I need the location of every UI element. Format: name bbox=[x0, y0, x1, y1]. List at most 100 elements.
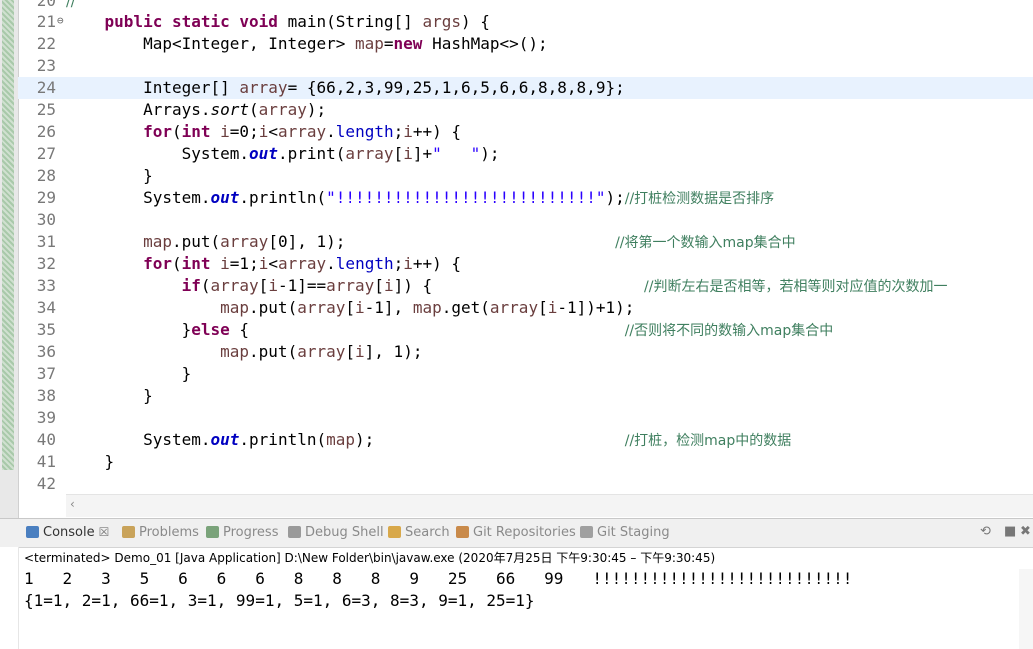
code-text[interactable]: System.out.println(map); //打桩，检测map中的数据 bbox=[66, 429, 791, 452]
code-line[interactable]: 32 for(int i=1;i<array.length;i++) { bbox=[18, 253, 1033, 275]
code-text[interactable]: System.out.println("!!!!!!!!!!!!!!!!!!!!… bbox=[66, 187, 774, 210]
line-number: 40 bbox=[36, 430, 56, 449]
line-number: 36 bbox=[36, 342, 56, 361]
tab-label: Problems bbox=[139, 525, 199, 540]
console-vertical-scrollbar[interactable] bbox=[1019, 569, 1033, 649]
code-line[interactable]: 33 if(array[i-1]==array[i]) { //判断左右是否相等… bbox=[18, 275, 1033, 297]
line-number: 28 bbox=[36, 166, 56, 185]
code-line[interactable]: 27 System.out.print(array[i]+" "); bbox=[18, 143, 1033, 165]
tab-debug-shell[interactable]: Debug Shell bbox=[288, 525, 384, 540]
code-line[interactable]: 38 } bbox=[18, 385, 1033, 407]
tab-git-staging[interactable]: Git Staging bbox=[580, 525, 670, 540]
git-repositories-icon bbox=[456, 526, 469, 538]
line-number: 22 bbox=[36, 34, 56, 53]
code-line[interactable]: 30 bbox=[18, 209, 1033, 231]
code-line[interactable]: 28 } bbox=[18, 165, 1033, 187]
editor-annotation-ruler bbox=[0, 0, 19, 518]
line-number: 32 bbox=[36, 254, 56, 273]
line-number: 29 bbox=[36, 188, 56, 207]
pin-console-icon[interactable]: ⟲ bbox=[980, 524, 991, 539]
code-text[interactable]: map.put(array[0], 1); //将第一个数输入map集合中 bbox=[66, 231, 796, 254]
code-text[interactable]: public static void main(String[] args) { bbox=[66, 11, 490, 33]
code-editor[interactable]: 20//21 ⊖ public static void main(String[]… bbox=[0, 0, 1033, 518]
code-text[interactable]: Arrays.sort(array); bbox=[66, 99, 326, 121]
code-line[interactable]: 23 bbox=[18, 55, 1033, 77]
code-line[interactable]: 29 System.out.println("!!!!!!!!!!!!!!!!!… bbox=[18, 187, 1033, 209]
code-line[interactable]: 40 System.out.println(map); //打桩，检测map中的… bbox=[18, 429, 1033, 451]
code-text[interactable]: Map<Integer, Integer> map=new HashMap<>(… bbox=[66, 33, 548, 55]
tab-console[interactable]: Console ☒ bbox=[26, 525, 109, 540]
line-number: 21 bbox=[36, 12, 56, 31]
line-number: 33 bbox=[36, 276, 56, 295]
code-line[interactable]: 25 Arrays.sort(array); bbox=[18, 99, 1033, 121]
code-text[interactable]: map.put(array[i], 1); bbox=[66, 341, 422, 363]
tab-search[interactable]: Search bbox=[388, 525, 450, 540]
horizontal-scrollbar[interactable]: ‹ bbox=[66, 494, 1033, 517]
console-status: <terminated> Demo_01 [Java Application] … bbox=[24, 551, 716, 565]
code-text[interactable]: for(int i=1;i<array.length;i++) { bbox=[66, 253, 461, 275]
code-line[interactable]: 26 for(int i=0;i<array.length;i++) { bbox=[18, 121, 1033, 143]
code-text[interactable]: } bbox=[66, 385, 153, 407]
tab-label: Debug Shell bbox=[305, 525, 384, 540]
code-line[interactable]: 36 map.put(array[i], 1); bbox=[18, 341, 1033, 363]
line-number: 30 bbox=[36, 210, 56, 229]
line-number: 24 bbox=[36, 78, 56, 97]
code-line[interactable]: 34 map.put(array[i-1], map.get(array[i-1… bbox=[18, 297, 1033, 319]
search-icon bbox=[388, 526, 401, 538]
line-number: 37 bbox=[36, 364, 56, 383]
close-tab-icon[interactable]: ☒ bbox=[99, 525, 110, 539]
tab-label: Progress bbox=[223, 525, 279, 540]
debug-shell-icon bbox=[288, 526, 301, 538]
tab-progress[interactable]: Progress bbox=[206, 525, 278, 540]
tab-git-repositories[interactable]: Git Repositories bbox=[456, 525, 576, 540]
console-view: Console ☒ Problems Progress Debug Shell Searc… bbox=[0, 518, 1033, 649]
code-line[interactable]: 39 bbox=[18, 407, 1033, 429]
tab-label: Console bbox=[43, 525, 95, 540]
change-marker bbox=[2, 0, 14, 470]
line-number: 35 bbox=[36, 320, 56, 339]
tab-problems[interactable]: Problems bbox=[122, 525, 199, 540]
git-staging-icon bbox=[580, 526, 593, 538]
code-line[interactable]: 21 ⊖ public static void main(String[] arg… bbox=[18, 11, 1033, 33]
code-line[interactable]: 35 }else { //否则将不同的数输入map集合中 bbox=[18, 319, 1033, 341]
code-text[interactable]: } bbox=[66, 451, 115, 473]
code-text[interactable]: } bbox=[66, 165, 153, 187]
terminate-icon[interactable]: ■ bbox=[1004, 524, 1016, 539]
tab-label: Git Staging bbox=[597, 525, 670, 540]
code-line[interactable]: 24 Integer[] array= {66,2,3,99,25,1,6,5,… bbox=[18, 77, 1033, 99]
view-tab-bar: Console ☒ Problems Progress Debug Shell Searc… bbox=[0, 519, 1033, 548]
line-number: 27 bbox=[36, 144, 56, 163]
code-text[interactable]: }else { //否则将不同的数输入map集合中 bbox=[66, 319, 834, 342]
console-output-line-2: {1=1, 2=1, 66=1, 3=1, 99=1, 5=1, 6=3, 8=… bbox=[24, 591, 535, 610]
code-text[interactable]: for(int i=0;i<array.length;i++) { bbox=[66, 121, 461, 143]
tab-label: Search bbox=[405, 525, 450, 540]
console-output-line-1: 1 2 3 5 6 6 6 8 8 8 9 25 66 99 !!!!!!!!!… bbox=[24, 569, 853, 588]
code-line[interactable]: 22 Map<Integer, Integer> map=new HashMap… bbox=[18, 33, 1033, 55]
line-number: 23 bbox=[36, 56, 56, 75]
code-text[interactable]: if(array[i-1]==array[i]) { //判断左右是否相等，若相… bbox=[66, 275, 948, 298]
line-number: 39 bbox=[36, 408, 56, 427]
fold-toggle-icon[interactable]: ⊖ bbox=[57, 10, 64, 32]
scroll-left-arrow-icon[interactable]: ‹ bbox=[70, 497, 75, 511]
line-number: 38 bbox=[36, 386, 56, 405]
line-number: 26 bbox=[36, 122, 56, 141]
tab-label: Git Repositories bbox=[473, 525, 576, 540]
code-text[interactable]: map.put(array[i-1], map.get(array[i-1])+… bbox=[66, 297, 634, 319]
code-line[interactable]: 42 bbox=[18, 473, 1033, 495]
line-number: 25 bbox=[36, 100, 56, 119]
console-left-margin bbox=[0, 547, 19, 649]
code-line[interactable]: 37 } bbox=[18, 363, 1033, 385]
line-number: 42 bbox=[36, 474, 56, 493]
progress-icon bbox=[206, 526, 219, 538]
code-line[interactable]: 31 map.put(array[0], 1); //将第一个数输入map集合中 bbox=[18, 231, 1033, 253]
problems-icon bbox=[122, 526, 135, 538]
line-number: 34 bbox=[36, 298, 56, 317]
line-number: 41 bbox=[36, 452, 56, 471]
code-line[interactable]: 41 } bbox=[18, 451, 1033, 473]
remove-launch-icon[interactable]: ✖ bbox=[1020, 524, 1031, 539]
code-text[interactable]: Integer[] array= {66,2,3,99,25,1,6,5,6,6… bbox=[66, 77, 625, 99]
code-text[interactable]: System.out.print(array[i]+" "); bbox=[66, 143, 500, 165]
console-icon bbox=[26, 526, 39, 538]
line-number: 31 bbox=[36, 232, 56, 251]
code-text[interactable]: } bbox=[66, 363, 192, 385]
